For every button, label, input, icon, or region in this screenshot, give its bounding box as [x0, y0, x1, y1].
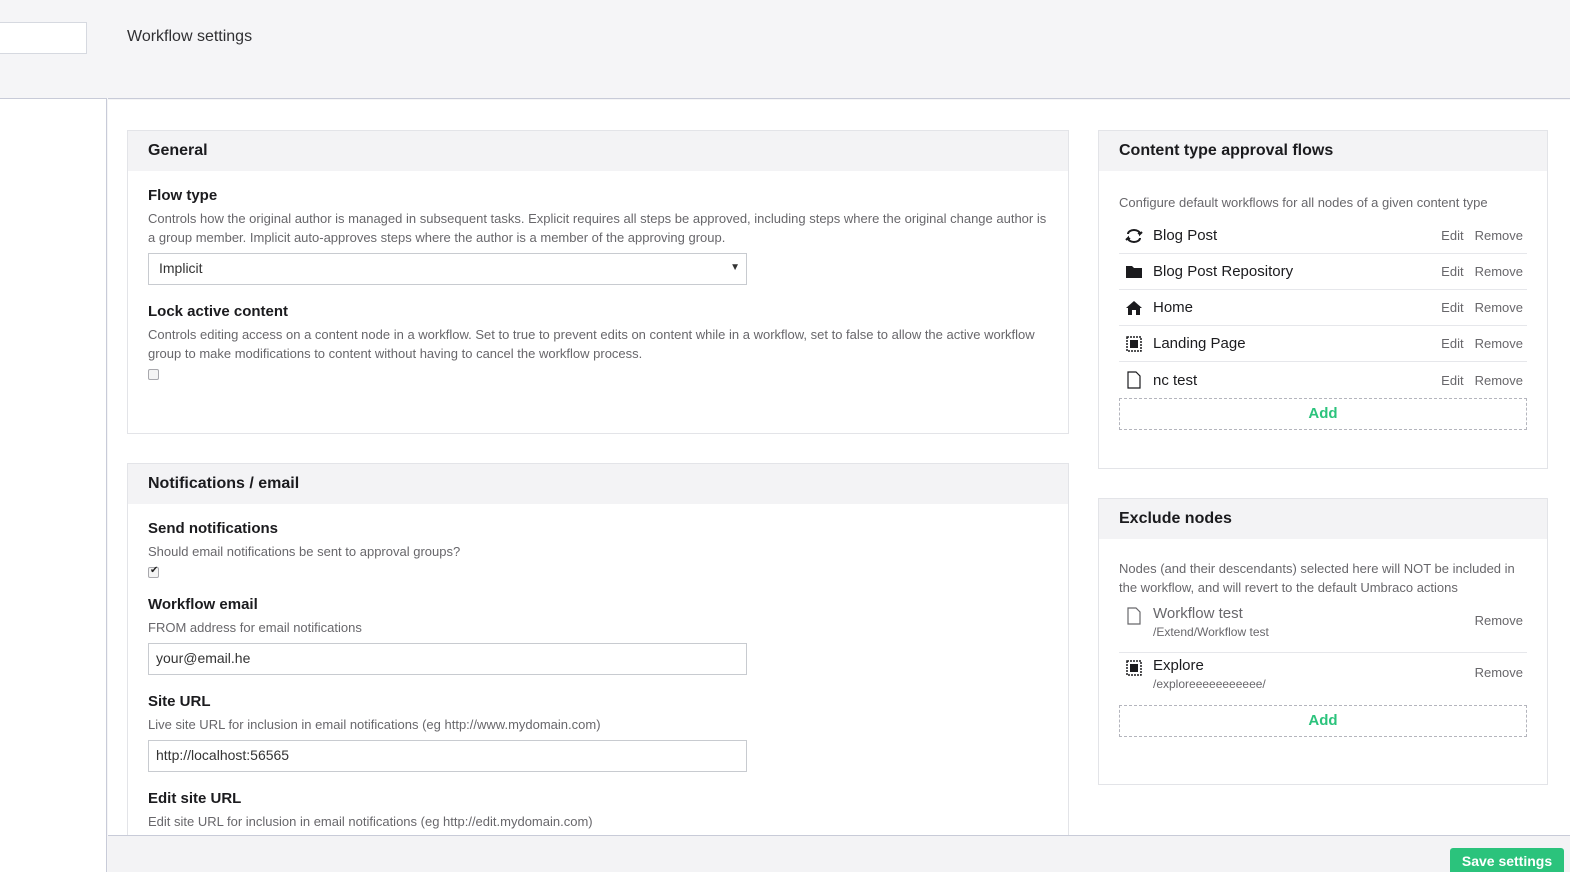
add-content-type-button[interactable]: Add [1119, 398, 1527, 430]
main-content: General Flow type Controls how the origi… [108, 100, 1570, 835]
remove-link[interactable]: Remove [1475, 373, 1523, 388]
left-sidebar-top [0, 0, 107, 99]
left-sidebar [0, 0, 107, 872]
content-type-name: Blog Post [1153, 227, 1218, 244]
document-icon [1123, 605, 1145, 627]
document-icon [1123, 369, 1145, 391]
list-item: nc test Edit Remove [1119, 362, 1527, 398]
layout-icon [1123, 657, 1145, 679]
folder-icon [1123, 261, 1145, 283]
content-types-description: Configure default workflows for all node… [1119, 195, 1488, 210]
footer-bar: Save settings [108, 835, 1570, 872]
save-settings-button[interactable]: Save settings [1450, 848, 1564, 872]
notifications-heading: Notifications / email [128, 464, 1068, 504]
lock-active-field: Lock active content Controls editing acc… [148, 303, 1048, 380]
general-heading: General [128, 131, 1068, 171]
lock-active-label: Lock active content [148, 303, 289, 320]
page-header: Workflow settings [108, 0, 1570, 99]
layout-icon [1123, 333, 1145, 355]
lock-active-description: Controls editing access on a content nod… [148, 327, 1035, 361]
notifications-panel: Notifications / email Send notifications… [127, 463, 1069, 835]
exclude-nodes-heading: Exclude nodes [1099, 499, 1547, 539]
tree-search-input[interactable] [0, 22, 87, 54]
checkmark-icon: ✔ [150, 565, 159, 576]
edit-site-url-field: Edit site URL Edit site URL for inclusio… [148, 790, 1048, 831]
workflow-email-description: FROM address for email notifications [148, 620, 362, 635]
list-item: Explore /exploreeeeeeeeeee/ Remove [1119, 653, 1527, 705]
sync-icon [1123, 225, 1145, 247]
lock-active-checkbox[interactable] [148, 369, 159, 380]
send-notifications-field: Send notifications Should email notifica… [148, 520, 1048, 578]
content-types-heading: Content type approval flows [1099, 131, 1547, 171]
content-type-name: nc test [1153, 371, 1198, 389]
edit-link[interactable]: Edit [1441, 228, 1463, 243]
flow-type-description: Controls how the original author is mana… [148, 211, 1047, 245]
remove-link[interactable]: Remove [1475, 300, 1523, 315]
add-exclude-node-button[interactable]: Add [1119, 705, 1527, 737]
chevron-down-icon: ▼ [730, 262, 740, 273]
flow-type-label: Flow type [148, 187, 218, 204]
remove-link[interactable]: Remove [1475, 336, 1523, 351]
workflow-email-label: Workflow email [148, 596, 258, 613]
list-item: Blog Post Repository Edit Remove [1119, 254, 1527, 290]
flow-type-field: Flow type Controls how the original auth… [148, 187, 1048, 285]
list-item: Blog Post Edit Remove [1119, 218, 1527, 254]
edit-site-url-description: Edit site URL for inclusion in email not… [148, 814, 593, 829]
remove-link[interactable]: Remove [1475, 264, 1523, 279]
excluded-node-path: /exploreeeeeeeeeee/ [1153, 677, 1266, 691]
general-panel: General Flow type Controls how the origi… [127, 130, 1069, 434]
edit-link[interactable]: Edit [1441, 373, 1463, 388]
edit-link[interactable]: Edit [1441, 300, 1463, 315]
page-title: Workflow settings [127, 28, 253, 45]
excluded-node-name: Explore [1153, 657, 1204, 674]
workflow-email-input[interactable]: your@email.he [148, 643, 747, 675]
exclude-nodes-description: Nodes (and their descendants) selected h… [1119, 561, 1515, 595]
remove-link[interactable]: Remove [1475, 613, 1523, 628]
content-types-list: Blog Post Edit Remove Blog Post Reposito… [1119, 218, 1527, 398]
flow-type-selected: Implicit [159, 260, 203, 276]
list-item: Landing Page Edit Remove [1119, 326, 1527, 362]
site-url-label: Site URL [148, 693, 211, 710]
workflow-email-field: Workflow email FROM address for email no… [148, 596, 1048, 675]
remove-link[interactable]: Remove [1475, 228, 1523, 243]
site-url-input[interactable]: http://localhost:56565 [148, 740, 747, 772]
excluded-node-path: /Extend/Workflow test [1153, 625, 1269, 639]
site-url-field: Site URL Live site URL for inclusion in … [148, 693, 1048, 772]
site-url-description: Live site URL for inclusion in email not… [148, 717, 601, 732]
exclude-nodes-panel: Exclude nodes Nodes (and their descendan… [1098, 498, 1548, 785]
list-item: Workflow test /Extend/Workflow test Remo… [1119, 601, 1527, 653]
exclude-nodes-list: Workflow test /Extend/Workflow test Remo… [1119, 601, 1527, 705]
content-type-name: Blog Post Repository [1153, 263, 1294, 280]
edit-link[interactable]: Edit [1441, 336, 1463, 351]
content-type-name: Landing Page [1153, 335, 1246, 352]
send-notifications-label: Send notifications [148, 520, 279, 537]
list-item: Home Edit Remove [1119, 290, 1527, 326]
edit-link[interactable]: Edit [1441, 264, 1463, 279]
content-types-panel: Content type approval flows Configure de… [1098, 130, 1548, 469]
edit-site-url-label: Edit site URL [148, 790, 242, 807]
send-notifications-checkbox[interactable]: ✔ [148, 565, 159, 578]
send-notifications-description: Should email notifications be sent to ap… [148, 544, 461, 559]
content-type-name: Home [1153, 299, 1194, 316]
remove-link[interactable]: Remove [1475, 665, 1523, 680]
excluded-node-name: Workflow test [1153, 605, 1243, 622]
flow-type-select[interactable]: Implicit ▼ [148, 253, 747, 285]
home-icon [1123, 297, 1145, 319]
